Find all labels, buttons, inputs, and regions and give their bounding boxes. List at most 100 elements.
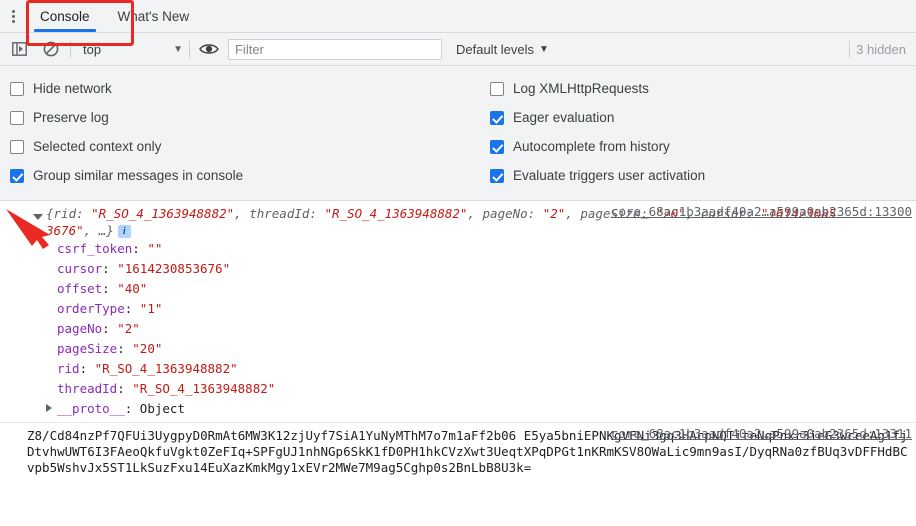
property-value: "R_SO_4_1363948882" <box>132 381 276 396</box>
preview-key: , threadId: <box>234 206 325 221</box>
property-name: cursor <box>57 261 103 276</box>
eager-evaluation-checkbox[interactable] <box>490 110 504 125</box>
more-vertical-icon[interactable] <box>0 0 26 32</box>
source-link-2[interactable]: core_68ac1b3aadf40a2…a599a0ab2365d:13311 <box>611 426 912 441</box>
property-name: offset <box>57 281 103 296</box>
preview-key: , …} <box>83 223 114 238</box>
group-similar-checkbox[interactable] <box>10 168 24 183</box>
proto-label: __proto__ <box>57 401 125 416</box>
property-value: "2" <box>117 321 140 336</box>
property-separator: : <box>124 301 140 316</box>
property-separator: : <box>102 281 118 296</box>
property-value: "R_SO_4_1363948882" <box>94 361 238 376</box>
devtools-tabstrip: Console What's New <box>0 0 916 33</box>
filter-placeholder: Filter <box>234 41 264 57</box>
red-arrow-annotation <box>6 209 50 249</box>
setting-hide-network[interactable]: Hide network <box>10 74 480 103</box>
devtools-console-panel: Console What's New top ▼ Filter Default … <box>0 0 916 526</box>
console-message-object[interactable]: core_68ac1b3aadf40a2…a599a0ab2365d:13300… <box>0 201 916 422</box>
setting-group-similar[interactable]: Group similar messages in console <box>10 161 480 190</box>
console-message-base64[interactable]: core_68ac1b3aadf40a2…a599a0ab2365d:13311… <box>0 422 916 480</box>
source-link-1[interactable]: core_68ac1b3aadf40a2…a599a0ab2365d:13300 <box>611 204 912 219</box>
filter-input[interactable]: Filter <box>227 38 442 60</box>
object-property-row: offset: "40" <box>57 279 916 299</box>
tab-console-label: Console <box>40 8 90 24</box>
log-level-dropdown[interactable]: Default levels ▼ <box>456 42 549 57</box>
property-separator: : <box>102 321 118 336</box>
object-property-row: orderType: "1" <box>57 299 916 319</box>
object-property-row: pageNo: "2" <box>57 319 916 339</box>
console-output: core_68ac1b3aadf40a2…a599a0ab2365d:13300… <box>0 201 916 480</box>
show-console-sidebar-icon[interactable] <box>6 37 32 61</box>
property-separator: : <box>117 381 133 396</box>
chevron-down-icon-2: ▼ <box>539 43 549 55</box>
hide-network-label: Hide network <box>33 81 112 96</box>
setting-autocomplete-history[interactable]: Autocomplete from history <box>490 132 916 161</box>
setting-selected-context-only[interactable]: Selected context only <box>10 132 480 161</box>
property-value: "1" <box>139 301 163 316</box>
settings-column-left: Hide network Preserve log Selected conte… <box>0 74 480 190</box>
hide-network-checkbox[interactable] <box>10 81 24 96</box>
preserve-log-label: Preserve log <box>33 110 109 125</box>
setting-preserve-log[interactable]: Preserve log <box>10 103 480 132</box>
context-selector[interactable]: top ▼ <box>77 42 183 57</box>
log-xhr-checkbox[interactable] <box>490 81 504 96</box>
setting-evaluate-user-activation[interactable]: Evaluate triggers user activation <box>490 161 916 190</box>
setting-log-xhr[interactable]: Log XMLHttpRequests <box>490 74 916 103</box>
evaluate-user-activation-label: Evaluate triggers user activation <box>513 168 706 183</box>
autocomplete-history-label: Autocomplete from history <box>513 139 670 154</box>
property-name: pageNo <box>57 321 103 336</box>
selected-context-only-checkbox[interactable] <box>10 139 24 154</box>
property-name: csrf_token <box>57 241 133 256</box>
property-value: "40" <box>117 281 148 296</box>
settings-column-right: Log XMLHttpRequests Eager evaluation Aut… <box>480 74 916 190</box>
tab-whats-new-label: What's New <box>117 8 190 24</box>
object-property-row: threadId: "R_SO_4_1363948882" <box>57 379 916 399</box>
chevron-down-icon: ▼ <box>173 43 183 55</box>
toolbar-divider-3 <box>849 40 851 58</box>
hidden-messages-count[interactable]: 3 hidden <box>856 42 910 57</box>
console-toolbar: top ▼ Filter Default levels ▼ 3 hidden <box>0 33 916 66</box>
property-separator: : <box>117 341 133 356</box>
object-property-row: rid: "R_SO_4_1363948882" <box>57 359 916 379</box>
property-separator: : <box>79 361 95 376</box>
info-icon[interactable]: i <box>117 225 131 238</box>
preview-string: "2" <box>542 206 566 221</box>
preview-string: "R_SO_4_1363948882" <box>91 206 235 221</box>
preview-string: "R_SO_4_1363948882" <box>324 206 468 221</box>
group-similar-label: Group similar messages in console <box>33 168 244 183</box>
property-name: orderType <box>57 301 125 316</box>
autocomplete-history-checkbox[interactable] <box>490 139 504 154</box>
property-name: rid <box>57 361 80 376</box>
tab-console[interactable]: Console <box>26 0 104 32</box>
proto-value: Object <box>139 401 185 416</box>
evaluate-user-activation-checkbox[interactable] <box>490 168 504 183</box>
console-settings-pane: Hide network Preserve log Selected conte… <box>0 66 916 201</box>
object-property-row: pageSize: "20" <box>57 339 916 359</box>
expand-proto-icon[interactable] <box>46 404 52 412</box>
selected-context-only-label: Selected context only <box>33 139 162 154</box>
property-value: "" <box>147 241 163 256</box>
clear-console-icon[interactable] <box>38 37 64 61</box>
preserve-log-checkbox[interactable] <box>10 110 24 125</box>
tab-whats-new[interactable]: What's New <box>104 0 204 32</box>
property-separator: : <box>102 261 118 276</box>
preview-key: , pageNo: <box>467 206 543 221</box>
eager-evaluation-label: Eager evaluation <box>513 110 615 125</box>
object-properties: csrf_token: "" cursor: "1614230853676" off… <box>0 239 916 399</box>
object-proto-row[interactable]: __proto__: Object <box>0 399 916 419</box>
log-level-label: Default levels <box>455 41 535 57</box>
property-value: "20" <box>132 341 163 356</box>
object-property-row: csrf_token: "" <box>57 239 916 259</box>
log-xhr-label: Log XMLHttpRequests <box>513 81 649 96</box>
context-selector-value: top <box>83 41 102 57</box>
toolbar-divider-2 <box>188 40 190 58</box>
object-property-row: cursor: "1614230853676" <box>57 259 916 279</box>
toolbar-divider <box>70 40 71 58</box>
property-name: pageSize <box>57 341 118 356</box>
setting-eager-evaluation[interactable]: Eager evaluation <box>490 103 916 132</box>
proto-separator: : <box>124 401 140 416</box>
property-separator: : <box>132 241 148 256</box>
create-live-expression-icon[interactable] <box>196 37 222 61</box>
property-value: "1614230853676" <box>117 261 231 276</box>
